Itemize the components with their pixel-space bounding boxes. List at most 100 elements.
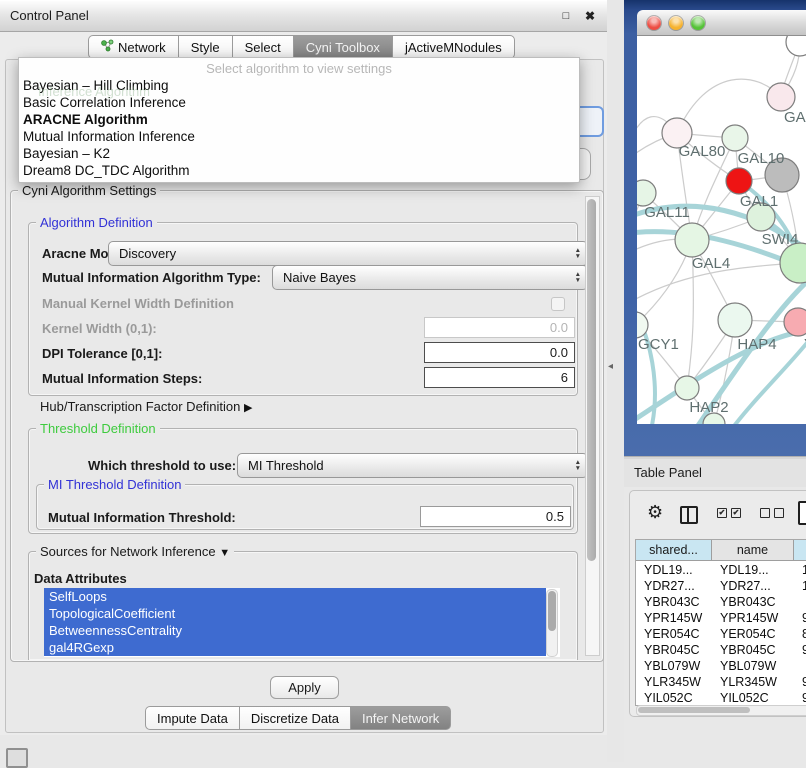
- mi-type-combo[interactable]: Naive Bayes ▲▼: [272, 265, 588, 290]
- algorithm-option[interactable]: Dream8 DC_TDC Algorithm: [19, 162, 579, 179]
- unchecked-checkbox-icon[interactable]: [774, 508, 784, 518]
- tab-cyni-toolbox[interactable]: Cyni Toolbox: [293, 35, 392, 59]
- table-cell[interactable]: YDL19...: [636, 562, 712, 578]
- attribute-list-item[interactable]: TopologicalCoefficient: [44, 605, 546, 622]
- table-cell[interactable]: [794, 594, 806, 610]
- unchecked-checkbox-icon[interactable]: [760, 508, 770, 518]
- sources-group-title[interactable]: Sources for Network Inference ▼: [36, 545, 234, 560]
- table-cell[interactable]: YIL052C: [712, 690, 794, 706]
- data-attributes-list[interactable]: SelfLoopsTopologicalCoefficientBetweenne…: [44, 588, 560, 657]
- algorithm-option[interactable]: Basic Correlation Inference: [19, 94, 579, 111]
- attributes-scrollbar[interactable]: [546, 589, 558, 657]
- table-row[interactable]: YER054CYER054C8.: [636, 626, 806, 642]
- aracne-mode-combo[interactable]: Discovery ▲▼: [108, 241, 588, 266]
- table-cell[interactable]: YDR27...: [636, 578, 712, 594]
- network-node[interactable]: [767, 83, 795, 111]
- table-row[interactable]: YDL19...YDL19...13: [636, 562, 806, 578]
- table-cell[interactable]: YDR27...: [712, 578, 794, 594]
- algorithm-option[interactable]: Bayesian – K2: [19, 145, 579, 162]
- settings-scrollbar[interactable]: [585, 196, 600, 656]
- gear-icon[interactable]: ⚙: [647, 504, 663, 522]
- cyni-tab-discretize-data[interactable]: Discretize Data: [239, 706, 350, 730]
- float-window-icon[interactable]: □: [558, 8, 574, 24]
- tab-network[interactable]: Network: [88, 35, 178, 59]
- settings-scrollbar-thumb[interactable]: [587, 199, 596, 561]
- table-cell[interactable]: [794, 658, 806, 674]
- table-cell[interactable]: 8.: [794, 626, 806, 642]
- table-cell[interactable]: YER054C: [636, 626, 712, 642]
- table-column-header[interactable]: shared...: [636, 540, 712, 561]
- table-hscrollbar-thumb[interactable]: [638, 707, 750, 713]
- splitter-collapse-icon[interactable]: ◂: [608, 361, 613, 372]
- mi-steps-field[interactable]: 6: [424, 367, 575, 388]
- export-table-icon[interactable]: [798, 501, 806, 525]
- attribute-list-item[interactable]: gal4RGexp: [44, 639, 546, 656]
- table-cell[interactable]: YBL079W: [636, 658, 712, 674]
- columns-icon[interactable]: [680, 506, 698, 524]
- table-cell[interactable]: YDL19...: [712, 562, 794, 578]
- table-cell[interactable]: YER054C: [712, 626, 794, 642]
- network-node[interactable]: [726, 168, 752, 194]
- apply-button[interactable]: Apply: [270, 676, 339, 699]
- table-cell[interactable]: YPR145W: [712, 610, 794, 626]
- panel-splitter[interactable]: [607, 0, 624, 762]
- algorithm-option[interactable]: ARACNE Algorithm: [19, 111, 579, 128]
- table-cell[interactable]: YIL052C: [636, 690, 712, 706]
- table-column-header[interactable]: name: [712, 540, 794, 561]
- mac-zoom-icon[interactable]: [691, 16, 705, 30]
- algorithm-option[interactable]: Bayesian – Hill Climbing: [19, 77, 579, 94]
- table-cell[interactable]: YBR045C: [636, 642, 712, 658]
- checked-checkbox-icon[interactable]: ✔: [731, 508, 741, 518]
- table-row[interactable]: YDR27...YDR27...12: [636, 578, 806, 594]
- dpi-tolerance-field[interactable]: 0.0: [424, 342, 575, 363]
- expanded-arrow-icon[interactable]: ▼: [219, 547, 230, 559]
- table-cell[interactable]: YPR145W: [636, 610, 712, 626]
- table-cell[interactable]: 9.: [794, 610, 806, 626]
- cyni-tab-infer-network[interactable]: Infer Network: [350, 706, 451, 730]
- table-row[interactable]: YBR043CYBR043C: [636, 594, 806, 610]
- table-row[interactable]: YLR345WYLR345W9.: [636, 674, 806, 690]
- network-canvas[interactable]: GALGAL80GAL10GAL1GAL11SWI4GAL4GCY1HAP4YH…: [637, 36, 806, 424]
- tab-select[interactable]: Select: [232, 35, 293, 59]
- table-row[interactable]: YBL079WYBL079W: [636, 658, 806, 674]
- attributes-scrollbar-thumb[interactable]: [548, 591, 556, 631]
- node-table[interactable]: shared...name YDL19...YDL19...13YDR27...…: [635, 539, 806, 706]
- tab-style[interactable]: Style: [178, 35, 232, 59]
- manual-kernel-checkbox[interactable]: [551, 297, 565, 311]
- table-row[interactable]: YPR145WYPR145W9.: [636, 610, 806, 626]
- which-threshold-combo[interactable]: MI Threshold ▲▼: [237, 453, 588, 478]
- table-cell[interactable]: YLR345W: [712, 674, 794, 690]
- table-cell[interactable]: 12: [794, 578, 806, 594]
- network-window-titlebar[interactable]: [637, 10, 806, 36]
- table-cell[interactable]: YLR345W: [636, 674, 712, 690]
- table-cell[interactable]: YBR043C: [712, 594, 794, 610]
- mi-threshold-field[interactable]: 0.5: [420, 506, 571, 527]
- table-hscrollbar[interactable]: [636, 705, 806, 716]
- table-cell[interactable]: YBR045C: [712, 642, 794, 658]
- table-cell[interactable]: YBR043C: [636, 594, 712, 610]
- table-cell[interactable]: 9.: [794, 690, 806, 706]
- network-node[interactable]: [780, 243, 806, 283]
- network-node[interactable]: [784, 308, 806, 336]
- attribute-list-item[interactable]: SelfLoops: [44, 588, 546, 605]
- network-node[interactable]: [722, 125, 748, 151]
- table-cell[interactable]: 9.: [794, 674, 806, 690]
- table-cell[interactable]: YBL079W: [712, 658, 794, 674]
- table-row[interactable]: YIL052CYIL052C9.: [636, 690, 806, 706]
- mac-minimize-icon[interactable]: [669, 16, 683, 30]
- network-node[interactable]: [675, 223, 709, 257]
- table-column-header[interactable]: [794, 540, 806, 561]
- network-node[interactable]: [675, 376, 699, 400]
- network-node[interactable]: [786, 36, 806, 56]
- tab-jactivemnodules[interactable]: jActiveMNodules: [392, 35, 515, 59]
- table-row[interactable]: YBR045CYBR045C9.: [636, 642, 806, 658]
- network-node[interactable]: [718, 303, 752, 337]
- checked-checkbox-icon[interactable]: ✔: [717, 508, 727, 518]
- mac-close-icon[interactable]: [647, 16, 661, 30]
- close-icon[interactable]: ✖: [582, 8, 598, 24]
- hub-definition-section[interactable]: Hub/Transcription Factor Definition ▶: [40, 399, 252, 414]
- table-cell[interactable]: 9.: [794, 642, 806, 658]
- cyni-tab-impute-data[interactable]: Impute Data: [145, 706, 239, 730]
- algorithm-option[interactable]: Mutual Information Inference: [19, 128, 579, 145]
- attribute-list-item[interactable]: BetweennessCentrality: [44, 622, 546, 639]
